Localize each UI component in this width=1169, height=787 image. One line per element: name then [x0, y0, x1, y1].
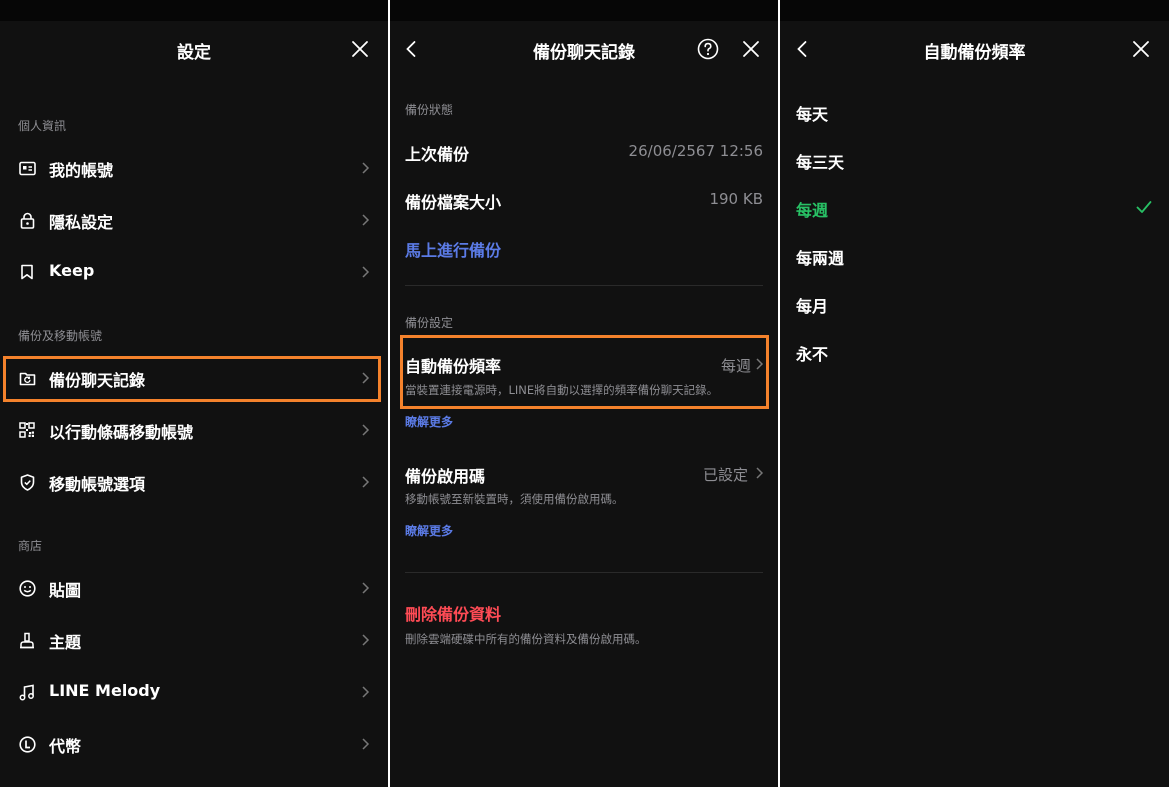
- settings-item-line-melody[interactable]: LINE Melody: [0, 668, 388, 716]
- status-strip: [390, 0, 778, 21]
- chevron-right-icon: [362, 738, 370, 750]
- chevron-right-icon: [362, 162, 370, 174]
- section-header-backup-settings: 備份設定: [405, 316, 454, 330]
- frequency-option-every-3-days[interactable]: 每三天: [796, 149, 844, 173]
- close-icon: [1133, 41, 1149, 57]
- status-strip: [780, 0, 1169, 21]
- settings-header: 設定: [0, 21, 388, 77]
- highlight-box: [400, 335, 769, 409]
- settings-item-label: Keep: [49, 261, 95, 280]
- settings-item-transfer-options[interactable]: 移動帳號選項: [0, 458, 388, 506]
- settings-item-label: 主題: [49, 633, 82, 652]
- help-icon: [697, 38, 719, 60]
- help-button[interactable]: [694, 35, 722, 63]
- page-title: 設定: [177, 43, 211, 63]
- section-header-backup: 備份及移動帳號: [18, 329, 103, 343]
- frequency-option-every-2-weeks[interactable]: 每兩週: [796, 245, 844, 269]
- section-header-backup-status: 備份狀態: [405, 103, 454, 117]
- backup-pin-row[interactable]: 備份啟用碼 已設定 移動帳號至新裝置時，須使用備份啟用碼。: [390, 450, 778, 510]
- qr-code-icon: [18, 421, 36, 439]
- divider: [405, 572, 763, 573]
- pin-label: 備份啟用碼: [405, 467, 486, 486]
- chevron-right-icon: [362, 424, 370, 436]
- frequency-option-daily[interactable]: 每天: [796, 101, 828, 125]
- frequency-header: 自動備份頻率: [780, 21, 1169, 77]
- settings-item-label: 移動帳號選項: [49, 475, 146, 494]
- delete-backup-button[interactable]: 刪除備份資料: [405, 601, 501, 625]
- settings-item-themes[interactable]: 主題: [0, 616, 388, 664]
- close-button[interactable]: [346, 35, 374, 63]
- settings-item-my-account[interactable]: 我的帳號: [0, 144, 388, 192]
- settings-item-label: LINE Melody: [49, 681, 161, 700]
- coin-icon: [18, 735, 36, 753]
- divider: [405, 285, 763, 286]
- chevron-right-icon: [362, 686, 370, 698]
- close-icon: [743, 41, 759, 57]
- chevron-right-icon: [362, 582, 370, 594]
- checkmark-icon: [1136, 201, 1152, 213]
- highlight-box: [3, 356, 381, 402]
- backup-size-label: 備份檔案大小: [405, 193, 502, 212]
- pin-value: 已設定: [702, 466, 748, 484]
- shield-icon: [18, 473, 36, 491]
- chevron-right-icon: [362, 476, 370, 488]
- settings-item-stickers[interactable]: 貼圖: [0, 564, 388, 612]
- smile-icon: [18, 579, 36, 597]
- section-header-personal: 個人資訊: [18, 119, 67, 133]
- pin-description: 移動帳號至新裝置時，須使用備份啟用碼。: [405, 492, 624, 506]
- settings-item-qr-transfer[interactable]: 以行動條碼移動帳號: [0, 406, 388, 454]
- settings-item-label: 我的帳號: [49, 161, 114, 180]
- last-backup-label: 上次備份: [405, 145, 470, 164]
- frequency-option-monthly[interactable]: 每月: [796, 293, 828, 317]
- settings-item-keep[interactable]: Keep: [0, 248, 388, 296]
- frequency-option-never[interactable]: 永不: [796, 341, 828, 365]
- frequency-panel: 自動備份頻率 每天 每三天 每週 每兩週 每月 永不: [780, 0, 1169, 787]
- settings-panel: 設定 個人資訊 我的帳號 隱私設定 Keep 備份及移動帳號 備份聊天記錄 以行…: [0, 0, 388, 787]
- settings-item-label: 貼圖: [49, 581, 82, 600]
- settings-item-coins[interactable]: 代幣: [0, 720, 388, 768]
- backup-panel: 備份聊天記錄 備份狀態 上次備份 26/06/2567 12:56 備份檔案大小…: [390, 0, 778, 787]
- learn-more-link[interactable]: 瞭解更多: [405, 522, 453, 539]
- music-note-icon: [18, 683, 36, 701]
- close-button[interactable]: [737, 35, 765, 63]
- status-strip: [0, 0, 388, 21]
- settings-item-label: 隱私設定: [49, 213, 114, 232]
- learn-more-link[interactable]: 瞭解更多: [405, 413, 453, 430]
- settings-item-label: 以行動條碼移動帳號: [49, 423, 194, 442]
- theme-brush-icon: [18, 631, 36, 649]
- lock-icon: [18, 211, 36, 229]
- chevron-right-icon: [362, 634, 370, 646]
- last-backup-value: 26/06/2567 12:56: [628, 142, 763, 160]
- backup-now-button[interactable]: 馬上進行備份: [405, 237, 501, 261]
- section-header-store: 商店: [18, 539, 43, 553]
- close-icon: [352, 41, 368, 57]
- page-title: 自動備份頻率: [923, 43, 1026, 63]
- settings-item-label: 代幣: [49, 737, 82, 756]
- backup-size-value: 190 KB: [709, 190, 763, 208]
- chevron-right-icon: [756, 467, 764, 479]
- id-card-icon: [18, 159, 36, 177]
- frequency-option-weekly[interactable]: 每週: [796, 197, 828, 221]
- bookmark-icon: [18, 263, 36, 281]
- backup-header: 備份聊天記錄: [390, 21, 778, 77]
- delete-backup-description: 刪除雲端硬碟中所有的備份資料及備份啟用碼。: [405, 632, 647, 646]
- settings-item-privacy[interactable]: 隱私設定: [0, 196, 388, 244]
- close-button[interactable]: [1127, 35, 1155, 63]
- chevron-right-icon: [362, 266, 370, 278]
- chevron-right-icon: [362, 214, 370, 226]
